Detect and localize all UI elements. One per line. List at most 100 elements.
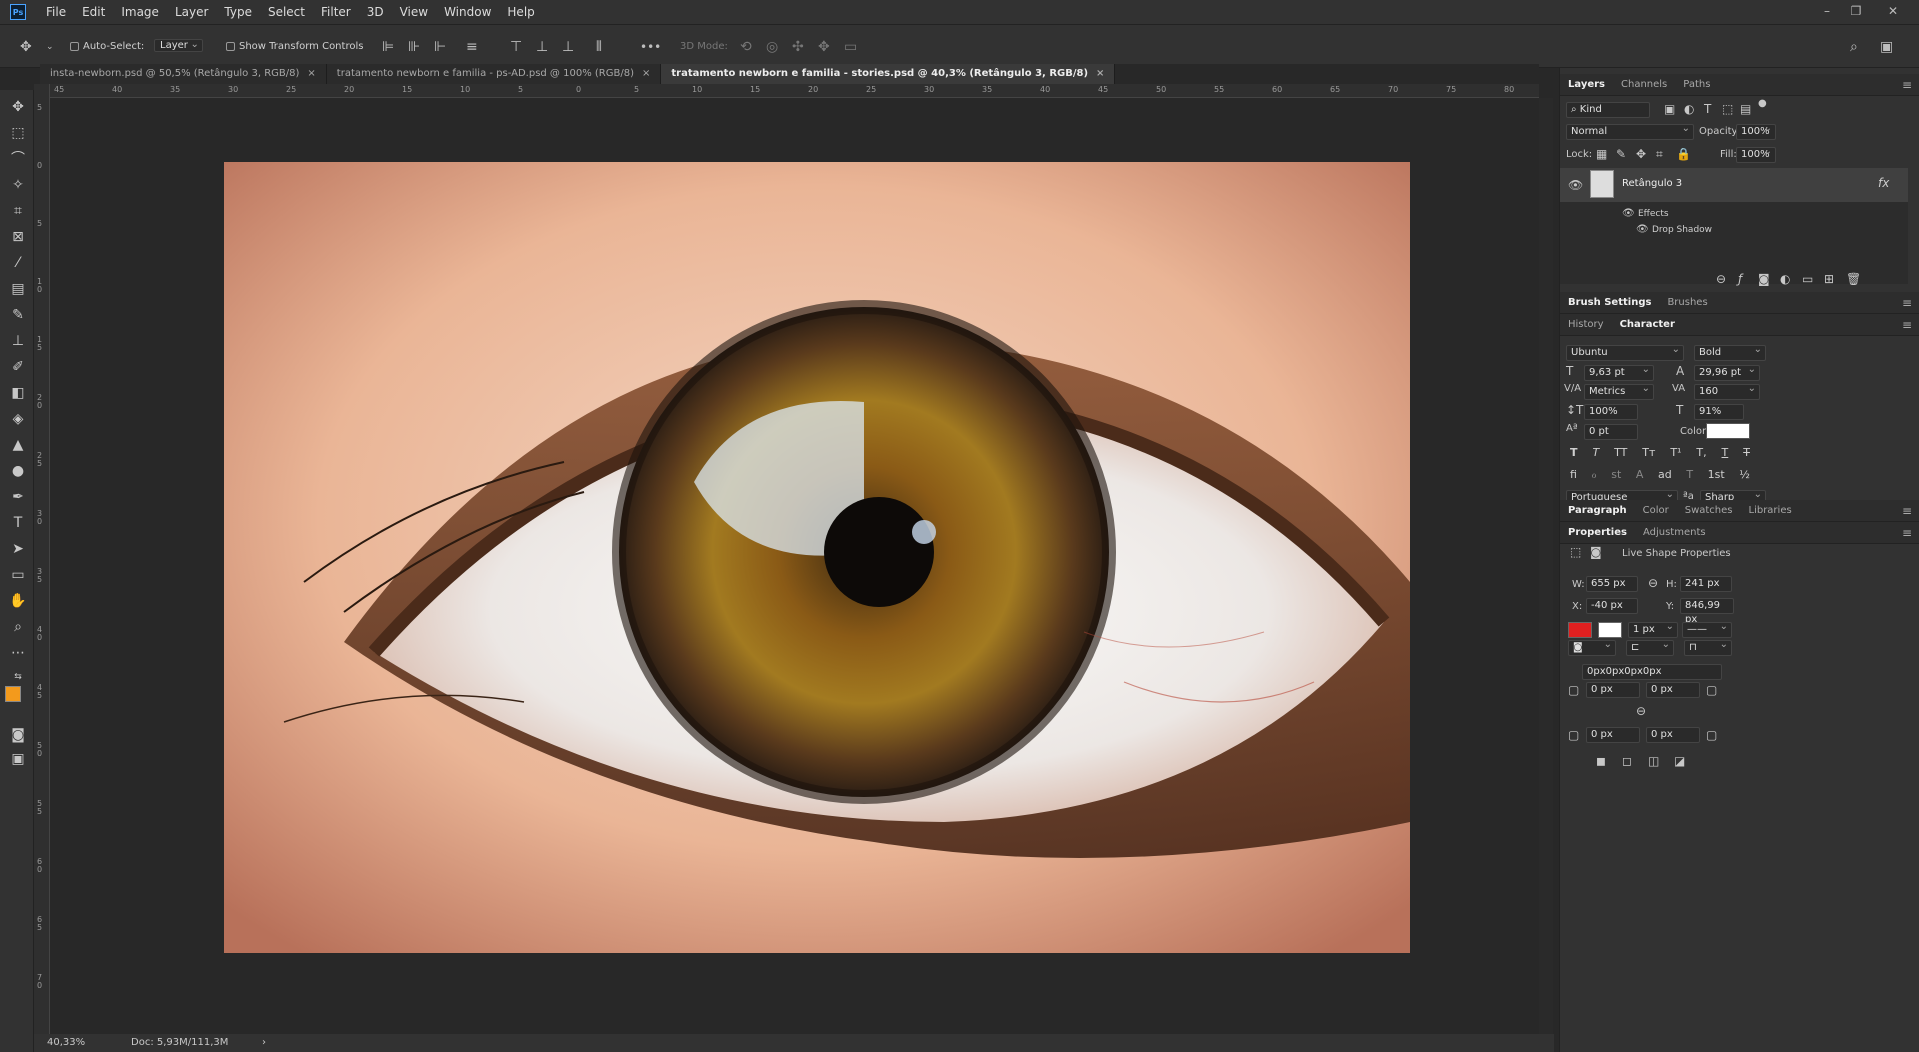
faux-bold-button[interactable]: T — [1570, 446, 1578, 464]
magic-wand-icon[interactable]: ✧ — [9, 176, 27, 194]
superscript-button[interactable]: T¹ — [1670, 446, 1681, 464]
distribute-icon[interactable]: ≡ — [466, 38, 478, 56]
filter-toggle-icon[interactable]: ● — [1758, 98, 1767, 109]
menu-type[interactable]: Type — [216, 0, 260, 24]
faux-italic-button[interactable]: T — [1592, 446, 1599, 464]
width-field[interactable]: 655 px — [1586, 576, 1638, 592]
y-field[interactable]: 846,99 px — [1680, 598, 1734, 625]
link-corners-icon[interactable]: ⊖ — [1636, 704, 1646, 718]
panel-menu-icon[interactable]: ≡ — [1902, 522, 1912, 544]
menu-help[interactable]: Help — [499, 0, 542, 24]
swap-colors-icon[interactable]: ⇆ — [9, 668, 27, 686]
new-group-icon[interactable]: ▭ — [1802, 272, 1813, 286]
more-options-button[interactable]: ••• — [640, 38, 661, 56]
height-field[interactable]: 241 px — [1680, 576, 1732, 592]
search-icon[interactable]: ⌕ — [1850, 38, 1858, 56]
tab-color[interactable]: Color — [1635, 500, 1677, 522]
chevron-down-icon[interactable]: ⌄ — [46, 38, 54, 56]
3d-camera-icon[interactable]: ▭ — [844, 38, 857, 56]
subscript-button[interactable]: T, — [1696, 446, 1706, 464]
stroke-corners-dropdown[interactable]: ⊓ — [1684, 638, 1732, 656]
lock-artboard-icon[interactable]: ⌗ — [1656, 147, 1663, 162]
status-arrow-icon[interactable]: › — [262, 1034, 266, 1052]
discretionary-ligatures-button[interactable]: st — [1611, 468, 1621, 486]
path-combine-icon[interactable]: ◼ — [1596, 754, 1606, 768]
move-tool-icon[interactable]: ✥ — [20, 38, 32, 56]
text-color-swatch[interactable] — [1706, 423, 1750, 439]
small-caps-button[interactable]: Tт — [1642, 446, 1655, 464]
foreground-color-swatch[interactable] — [5, 686, 21, 702]
leading-field[interactable]: 29,96 pt — [1694, 363, 1760, 381]
menu-window[interactable]: Window — [436, 0, 499, 24]
contextual-alternates-button[interactable]: ℴ — [1592, 468, 1597, 486]
doc-tab-active[interactable]: tratamento newborn e familia - stories.p… — [661, 64, 1116, 84]
hand-tool-icon[interactable]: ✋ — [9, 592, 27, 610]
lasso-tool-icon[interactable]: ⌒ — [9, 150, 27, 168]
path-intersect-icon[interactable]: ◫ — [1648, 754, 1659, 768]
stroke-width-field[interactable]: 1 px — [1628, 620, 1678, 638]
close-window-icon[interactable]: ✕ — [1882, 0, 1904, 22]
align-left-icon[interactable]: ⊫ — [382, 38, 394, 56]
opacity-field[interactable]: 100% — [1736, 122, 1776, 140]
filter-adjustment-icon[interactable]: ◐ — [1684, 102, 1694, 116]
zoom-tool-icon[interactable]: ⌕ — [9, 618, 27, 636]
font-family-dropdown[interactable]: Ubuntu — [1566, 343, 1684, 361]
move-tool-icon[interactable]: ✥ — [9, 98, 27, 116]
tab-channels[interactable]: Channels — [1613, 74, 1675, 96]
font-style-dropdown[interactable]: Bold — [1694, 343, 1766, 361]
effects-visibility-icon[interactable]: 👁 — [1622, 208, 1635, 219]
tab-character[interactable]: Character — [1612, 314, 1683, 336]
close-tab-icon[interactable]: × — [642, 68, 650, 79]
zoom-level[interactable]: 40,33% — [47, 1034, 85, 1052]
panel-menu-icon[interactable]: ≡ — [1902, 74, 1912, 96]
path-select-icon[interactable]: ➤ — [9, 540, 27, 558]
align-bottom-icon[interactable]: ⊥ — [562, 38, 574, 56]
horizontal-scale-field[interactable]: 91% — [1694, 404, 1744, 420]
rectangle-tool-icon[interactable]: ▭ — [9, 566, 27, 584]
corner-br-field[interactable]: 0 px — [1646, 727, 1700, 743]
tab-swatches[interactable]: Swatches — [1677, 500, 1741, 522]
all-caps-button[interactable]: TT — [1614, 446, 1627, 464]
quick-mask-icon[interactable]: ◙ — [9, 726, 27, 744]
baseline-field[interactable]: 0 pt — [1584, 424, 1638, 440]
panel-menu-icon[interactable]: ≡ — [1902, 314, 1912, 336]
kerning-field[interactable]: Metrics — [1584, 382, 1654, 400]
vertical-scrollbar[interactable] — [1539, 98, 1553, 1034]
screen-mode-icon[interactable]: ▣ — [9, 750, 27, 768]
pen-tool-icon[interactable]: ✒ — [9, 488, 27, 506]
restore-icon[interactable]: ❐ — [1845, 0, 1867, 22]
swash-button[interactable]: A — [1636, 468, 1644, 486]
filter-pixel-icon[interactable]: ▣ — [1664, 102, 1675, 116]
tab-libraries[interactable]: Libraries — [1741, 500, 1800, 522]
shape-fill-swatch[interactable] — [1568, 622, 1592, 638]
drop-shadow-label[interactable]: Drop Shadow — [1652, 225, 1712, 235]
healing-brush-icon[interactable]: ▤ — [9, 280, 27, 298]
frame-tool-icon[interactable]: ⊠ — [9, 228, 27, 246]
lock-position-icon[interactable]: ✥ — [1636, 147, 1646, 161]
filter-shape-icon[interactable]: ⬚ — [1722, 102, 1733, 116]
drop-shadow-visibility-icon[interactable]: 👁 — [1636, 224, 1649, 235]
blend-mode-dropdown[interactable]: Normal — [1566, 122, 1694, 140]
more-tools-icon[interactable]: ⋯ — [9, 644, 27, 662]
underline-button[interactable]: T — [1722, 446, 1729, 464]
vertical-scale-field[interactable]: 100% — [1584, 404, 1638, 420]
tab-brushes[interactable]: Brushes — [1659, 292, 1715, 314]
close-tab-icon[interactable]: × — [1096, 68, 1104, 79]
visibility-eye-icon[interactable]: 👁 — [1568, 178, 1583, 192]
tab-paths[interactable]: Paths — [1675, 74, 1718, 96]
paint-bucket-icon[interactable]: ◈ — [9, 410, 27, 428]
menu-select[interactable]: Select — [260, 0, 313, 24]
marquee-tool-icon[interactable]: ⬚ — [9, 124, 27, 142]
panel-menu-icon[interactable]: ≡ — [1902, 292, 1912, 314]
dodge-tool-icon[interactable]: ● — [9, 462, 27, 480]
menu-layer[interactable]: Layer — [167, 0, 216, 24]
fill-field[interactable]: 100% — [1736, 145, 1776, 163]
3d-pan-icon[interactable]: ✣ — [792, 38, 804, 56]
stroke-type-dropdown[interactable]: —— — [1682, 620, 1732, 638]
menu-3d[interactable]: 3D — [359, 0, 392, 24]
lock-pixels-icon[interactable]: ✎ — [1616, 147, 1626, 161]
doc-tab[interactable]: insta-newborn.psd @ 50,5% (Retângulo 3, … — [40, 64, 327, 84]
mask-icon[interactable]: ◙ — [1590, 545, 1602, 559]
add-mask-icon[interactable]: ◙ — [1758, 272, 1770, 286]
distribute-vertical-icon[interactable]: ⫴ — [596, 38, 602, 56]
